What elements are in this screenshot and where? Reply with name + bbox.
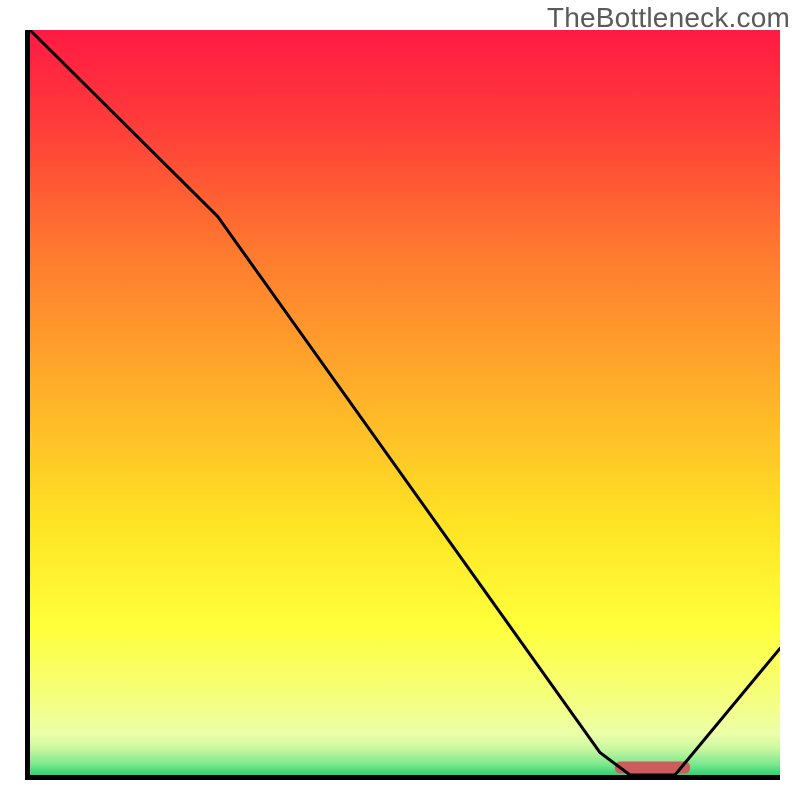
chart-svg [30, 30, 780, 775]
chart-container: TheBottleneck.com [0, 0, 800, 800]
plot-area [25, 30, 780, 780]
